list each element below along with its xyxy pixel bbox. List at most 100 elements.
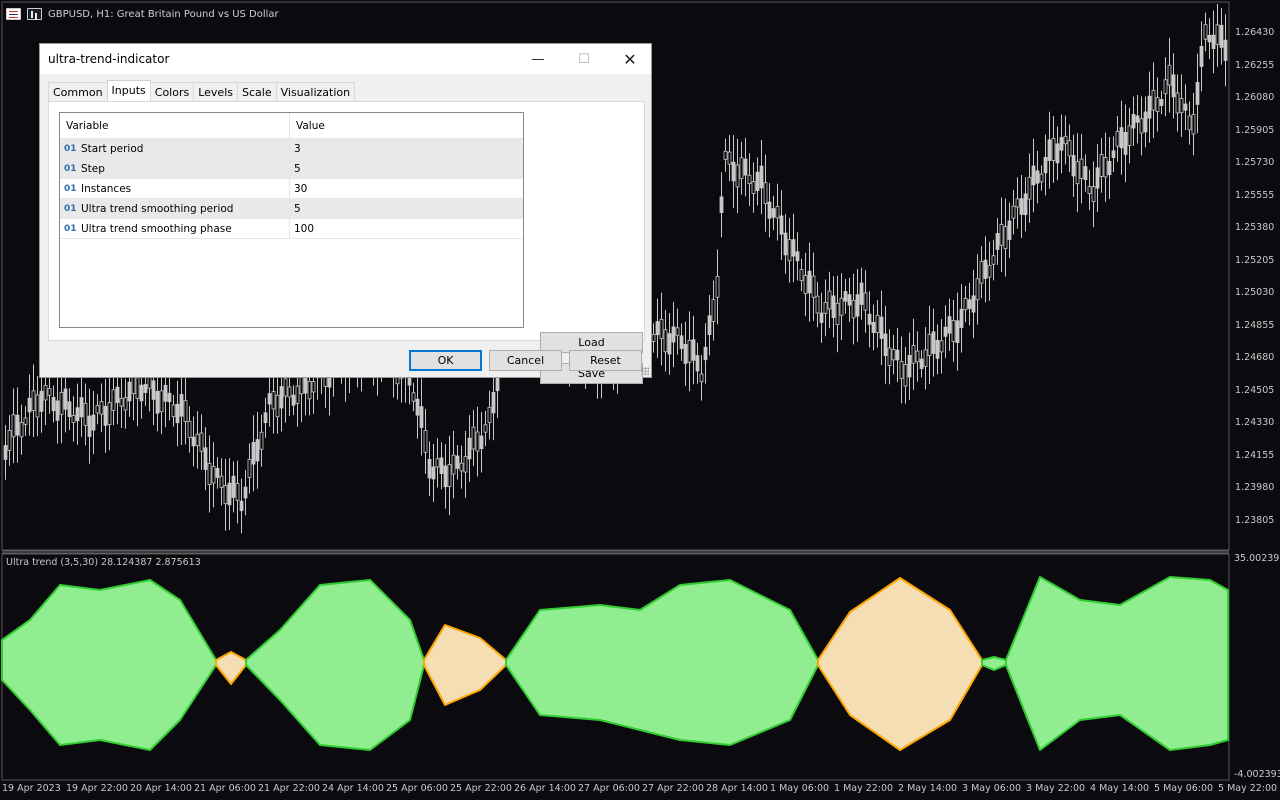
candle-body [831,295,836,318]
time-tick-label: 2 May 14:00 [898,783,958,794]
candle-body [879,316,884,339]
candle-body [799,269,804,282]
close-button[interactable]: ✕ [607,44,653,74]
candle-body [167,392,172,403]
header-value[interactable]: Value [290,113,523,138]
variable-value[interactable]: 30 [290,179,523,198]
candle-body [815,295,820,314]
candle-body [295,385,300,404]
tab-scale[interactable]: Scale [237,82,277,102]
candle-body [1175,92,1180,114]
maximize-button[interactable]: ☐ [561,44,607,74]
candle-body [995,233,1000,250]
resize-grip-icon[interactable] [641,367,649,375]
indicator-properties-dialog: ultra-trend-indicator — ☐ ✕ Common Input… [39,43,652,384]
table-row[interactable]: 01 Ultra trend smoothing phase 100 [60,219,523,239]
candle-body [1151,89,1156,111]
candle-body [867,313,872,325]
candle-body [123,397,128,411]
candle-body [143,384,148,393]
table-row[interactable]: 01 Step 5 [60,159,523,179]
variable-value[interactable]: 5 [290,159,523,178]
tab-colors[interactable]: Colors [149,82,195,102]
candle-body [83,402,88,426]
candle-body [707,315,712,336]
candle-body [287,386,292,398]
table-row[interactable]: 01 Instances 30 [60,179,523,199]
candle-body [887,347,892,366]
candle-body [311,381,316,393]
candle-body [999,223,1004,246]
candle-body [819,312,824,323]
cancel-button[interactable]: Cancel [489,350,562,371]
candle-body [895,349,900,361]
candle-body [679,335,684,349]
indicator-axis-min: -4.002393 [1234,769,1280,780]
time-tick-label: 25 Apr 22:00 [450,783,512,794]
price-tick-label: 1.24330 [1235,417,1275,428]
variable-value[interactable]: 5 [290,199,523,218]
time-tick-label: 27 Apr 22:00 [642,783,704,794]
candle-body [119,397,124,407]
table-row[interactable]: 01 Start period 3 [60,139,523,159]
candle-body [1087,186,1092,194]
candle-body [227,482,232,506]
ok-button[interactable]: OK [409,350,482,371]
candle-body [27,397,32,413]
candle-body [1223,39,1228,61]
candle-body [1059,137,1064,151]
variable-value[interactable]: 3 [290,139,523,158]
table-row[interactable]: 01 Ultra trend smoothing period 5 [60,199,523,219]
candle-body [1039,173,1044,183]
candle-body [667,333,672,355]
candle-body [803,275,808,295]
tab-visualization[interactable]: Visualization [275,82,356,102]
candle-body [1007,220,1012,240]
price-tick-label: 1.25555 [1235,189,1275,201]
candle-body [975,278,980,301]
one-click-trading-icon[interactable] [27,8,42,20]
candle-body [243,486,248,499]
minimize-button[interactable]: — [515,44,561,74]
candle-body [779,215,784,235]
time-tick-label: 27 Apr 06:00 [578,783,640,794]
candle-body [307,380,312,400]
candle-body [23,417,28,425]
candle-body [267,393,272,405]
candle-body [903,364,908,387]
candle-body [787,239,792,262]
header-variable[interactable]: Variable [60,113,290,138]
variable-value[interactable]: 100 [290,219,523,238]
candle-body [871,322,876,333]
candle-body [251,442,256,465]
price-tick-label: 1.25730 [1235,157,1275,168]
candle-body [931,331,936,354]
reset-button[interactable]: Reset [569,350,642,371]
candle-body [1095,167,1100,189]
candle-body [95,405,100,414]
candle-body [415,398,420,416]
price-tick-label: 1.26430 [1235,27,1275,38]
candle-body [731,161,736,182]
candle-body [175,403,180,424]
candle-body [915,350,920,363]
candle-body [883,333,888,356]
tab-levels[interactable]: Levels [193,82,238,102]
dialog-titlebar[interactable]: ultra-trend-indicator — ☐ ✕ [40,44,651,74]
candle-body [39,390,44,412]
candle-body [1075,161,1080,185]
chart-menu-icon[interactable] [6,8,21,20]
tab-common[interactable]: Common [48,82,108,102]
integer-type-icon: 01 [64,143,77,154]
candle-body [1219,24,1224,48]
candle-body [155,391,160,414]
candle-body [247,459,252,478]
table-header: Variable Value [60,113,523,139]
tab-inputs[interactable]: Inputs [106,80,151,102]
candle-body [467,437,472,460]
candle-body [199,432,204,452]
candle-body [1195,82,1200,105]
time-tick-label: 20 Apr 14:00 [130,783,192,794]
candle-body [1011,205,1016,219]
candle-body [851,299,856,319]
